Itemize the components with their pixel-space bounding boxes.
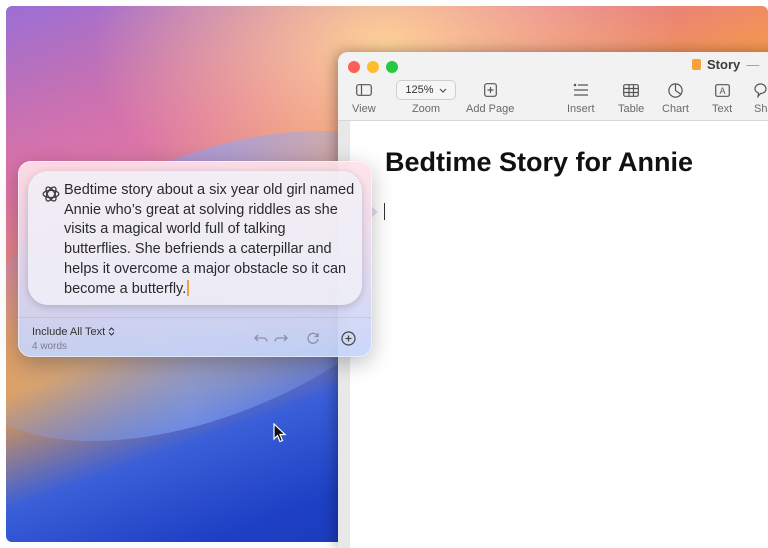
text-label: Text — [712, 103, 733, 115]
document-canvas[interactable]: Bedtime Story for Annie — [338, 121, 768, 548]
shape-tool[interactable]: Sh — [754, 80, 767, 115]
include-text-selector[interactable]: Include All Text — [32, 326, 115, 338]
table-label: Table — [618, 103, 645, 115]
up-down-chevron-icon — [108, 327, 115, 336]
minimize-button[interactable] — [367, 61, 379, 73]
undo-button[interactable] — [252, 329, 270, 347]
zoom-window-button[interactable] — [386, 61, 398, 73]
word-count: 4 words — [32, 341, 68, 352]
add-page-tool[interactable]: Add Page — [466, 80, 514, 115]
prompt-caret — [187, 279, 190, 296]
chart-icon — [662, 80, 689, 100]
window-title: Story — — [692, 57, 759, 72]
text-tool[interactable]: A Text — [712, 80, 732, 115]
window-title-text: Story — [707, 57, 741, 72]
refresh-icon — [307, 332, 319, 344]
refresh-button[interactable] — [304, 329, 322, 347]
pages-document-icon — [692, 59, 701, 70]
zoom-tool[interactable]: 125% Zoom — [396, 80, 456, 115]
table-tool[interactable]: Table — [618, 80, 644, 115]
shape-label: Sh — [754, 103, 768, 115]
mouse-pointer-icon — [273, 422, 287, 443]
prompt-text: Bedtime story about a six year old girl … — [64, 182, 355, 297]
sidebar-icon — [352, 80, 376, 100]
text-insertion-caret — [384, 203, 385, 220]
insert-tool[interactable]: Insert — [567, 80, 595, 115]
add-page-label: Add Page — [466, 103, 515, 115]
add-button[interactable] — [339, 329, 357, 347]
view-tool[interactable]: View — [352, 80, 376, 115]
add-page-icon — [466, 80, 514, 100]
openai-logo-icon — [41, 184, 61, 204]
table-icon — [618, 80, 644, 100]
undo-icon — [254, 334, 268, 342]
prompt-textarea[interactable]: Bedtime story about a six year old girl … — [64, 181, 356, 299]
window-toolbar: Story — View 125% Zoom Add Page Insert T… — [338, 52, 768, 121]
text-box-icon: A — [712, 80, 732, 100]
prompt-card[interactable]: Bedtime story about a six year old girl … — [28, 171, 362, 305]
chart-label: Chart — [662, 103, 689, 115]
insert-icon — [567, 80, 595, 100]
chart-tool[interactable]: Chart — [662, 80, 689, 115]
redo-icon — [274, 334, 288, 342]
window-title-suffix: — — [746, 57, 760, 72]
svg-text:A: A — [719, 86, 725, 96]
shape-icon — [754, 80, 767, 100]
chevron-down-icon — [439, 88, 446, 93]
close-button[interactable] — [348, 61, 360, 73]
include-option-label: Include All Text — [32, 326, 106, 338]
view-label: View — [352, 103, 376, 115]
pages-window: Story — View 125% Zoom Add Page Insert T… — [338, 52, 768, 548]
zoom-label: Zoom — [411, 103, 441, 115]
insert-label: Insert — [567, 103, 595, 115]
plus-circle-icon — [340, 330, 356, 346]
zoom-value: 125% — [405, 84, 434, 96]
writing-tools-popover: Bedtime story about a six year old girl … — [18, 161, 372, 357]
document-heading[interactable]: Bedtime Story for Annie — [385, 147, 693, 178]
zoom-select[interactable]: 125% — [396, 80, 456, 100]
footer-divider — [18, 317, 372, 318]
redo-button[interactable] — [272, 329, 290, 347]
